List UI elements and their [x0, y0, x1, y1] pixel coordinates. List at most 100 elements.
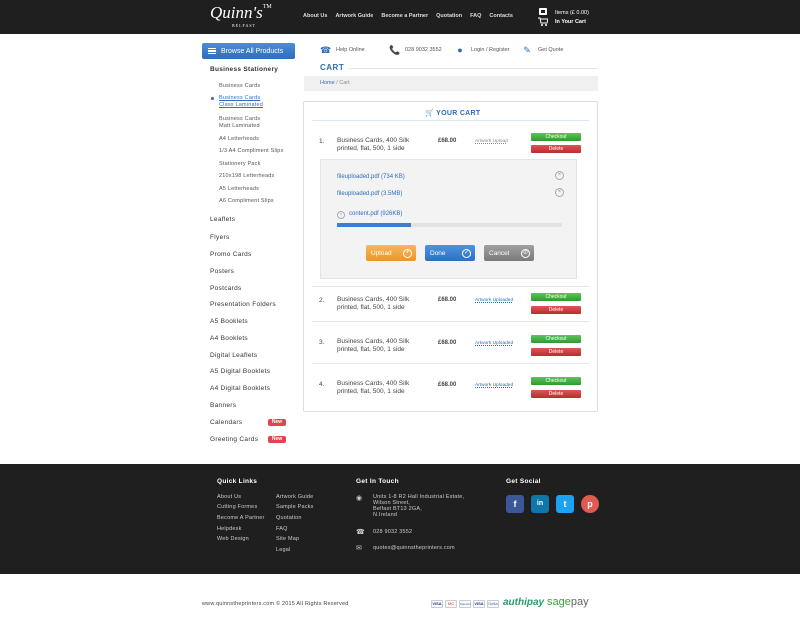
- subcategory-item[interactable]: A4 Letterheads: [219, 136, 259, 143]
- nav-quotation[interactable]: Quotation: [436, 13, 462, 19]
- login-register-link[interactable]: ● Login / Register: [455, 45, 510, 55]
- category-item[interactable]: Presentation Folders: [210, 301, 276, 308]
- footer-link[interactable]: Cutting Formes: [217, 504, 257, 510]
- help-online-link[interactable]: ☎ Help Online: [320, 45, 365, 55]
- category-item[interactable]: Postcards: [210, 285, 242, 292]
- artwork-uploaded-link[interactable]: Artwork Uploaded: [475, 383, 513, 388]
- site-header: Quinn'sTM BELFAST About Us Artwork Guide…: [0, 0, 800, 34]
- category-item[interactable]: Digital Leaflets: [210, 352, 257, 359]
- new-badge: New: [268, 436, 286, 443]
- artwork-uploaded-link[interactable]: Artwork Uploaded: [475, 341, 513, 346]
- category-item[interactable]: Promo Cards: [210, 251, 252, 258]
- checkout-button[interactable]: Checkout: [531, 377, 581, 385]
- category-item[interactable]: Banners: [210, 402, 236, 409]
- uploaded-file[interactable]: fileuploaded.pdf (734 KB): [337, 174, 405, 180]
- logo-text: Quinn's: [210, 3, 263, 22]
- subcategory-item-active[interactable]: Business Cards Class Laminated: [219, 95, 263, 109]
- cancel-icon: ⊘: [521, 248, 530, 258]
- twitter-icon[interactable]: t: [556, 495, 574, 513]
- phone-icon: 📞: [389, 45, 401, 55]
- phone-link[interactable]: 📞 028 9032 3552: [389, 45, 442, 55]
- category-heading[interactable]: Business Stationery: [210, 66, 278, 73]
- category-item[interactable]: Greeting Cards: [210, 436, 258, 443]
- browse-all-products-button[interactable]: Browse All Products: [202, 43, 295, 59]
- get-in-touch-title: Get In Touch: [356, 478, 399, 485]
- subcategory-item[interactable]: 1/3 A4 Compliment Slips: [219, 148, 284, 155]
- remove-file-icon[interactable]: ×: [555, 171, 564, 180]
- facebook-icon[interactable]: f: [506, 495, 524, 513]
- row-price: £68.00: [438, 340, 457, 346]
- uploaded-file[interactable]: fileuploaded.pdf (3.5MB): [337, 191, 402, 197]
- footer-link[interactable]: Sample Packs: [276, 504, 314, 510]
- checkout-button[interactable]: Checkout: [531, 293, 581, 301]
- category-item[interactable]: A5 Digital Booklets: [210, 368, 270, 375]
- cart-summary[interactable]: Items (£ 0.00) In Your Cart: [555, 9, 589, 27]
- delete-button[interactable]: Delete: [531, 348, 581, 356]
- upload-button[interactable]: Upload +: [366, 245, 416, 261]
- nav-artwork-guide[interactable]: Artwork Guide: [335, 13, 373, 19]
- category-item[interactable]: Calendars: [210, 419, 242, 426]
- cancel-button[interactable]: Cancel ⊘: [484, 245, 534, 261]
- main-nav: About Us Artwork Guide Become a Partner …: [303, 13, 513, 19]
- footer-link[interactable]: Web Design: [217, 536, 249, 542]
- category-item[interactable]: Leaflets: [210, 216, 235, 223]
- checkout-button[interactable]: Checkout: [531, 335, 581, 343]
- subcategory-item[interactable]: Stationery Pack: [219, 161, 261, 168]
- footer-link[interactable]: About Us: [217, 494, 241, 500]
- footer-link[interactable]: Become A Partner: [217, 515, 265, 521]
- footer-link[interactable]: FAQ: [276, 526, 288, 532]
- nav-contacts[interactable]: Contacts: [489, 13, 513, 19]
- category-item[interactable]: Flyers: [210, 234, 230, 241]
- footer-phone[interactable]: 028 9032 3552: [373, 529, 412, 535]
- logo-sub: BELFAST: [232, 23, 257, 28]
- menu-icon: [208, 48, 216, 54]
- upload-progress-bar: [337, 223, 562, 227]
- login-label: Login / Register: [471, 47, 510, 53]
- breadcrumb-home[interactable]: Home: [320, 80, 335, 86]
- cart-heading-divider: [312, 120, 589, 121]
- linkedin-icon[interactable]: in: [531, 495, 549, 513]
- subcategory-item[interactable]: Business Cards: [219, 83, 260, 90]
- artwork-upload-link[interactable]: Artwork Upload: [475, 139, 508, 144]
- visa-electron-icon: VISA: [473, 600, 485, 608]
- pencil-icon: ✎: [523, 45, 531, 55]
- nav-faq[interactable]: FAQ: [470, 13, 481, 19]
- sagepay-logo-pay: pay: [570, 596, 589, 608]
- footer-link[interactable]: Quotation: [276, 515, 302, 521]
- footer-link[interactable]: Artwork Guide: [276, 494, 313, 500]
- delete-button[interactable]: Delete: [531, 145, 581, 153]
- upload-label: Upload: [371, 249, 392, 257]
- subcategory-item[interactable]: A5 Letterheads: [219, 186, 259, 193]
- subcategory-item[interactable]: 210x198 Letterheads: [219, 173, 274, 180]
- done-button[interactable]: Done ✓: [425, 245, 475, 261]
- category-item[interactable]: A5 Booklets: [210, 318, 248, 325]
- row-description: Business Cards, 400 Silk printed, flat, …: [337, 338, 410, 353]
- footer-link[interactable]: Site Map: [276, 536, 299, 542]
- subcategory-item[interactable]: Business Cards Matt Laminated: [219, 116, 260, 130]
- delete-button[interactable]: Delete: [531, 306, 581, 314]
- footer-email[interactable]: quotes@quinnstheprinters.com: [373, 545, 455, 551]
- remove-file-icon[interactable]: ×: [555, 188, 564, 197]
- checkout-button[interactable]: Checkout: [531, 133, 581, 141]
- get-quote-link[interactable]: ✎ Get Quote: [522, 45, 563, 55]
- subcategory-item[interactable]: A6 Compliment Slips: [219, 198, 274, 205]
- category-item[interactable]: A4 Booklets: [210, 335, 248, 342]
- row-description: Business Cards, 400 Silk printed, flat, …: [337, 380, 410, 395]
- row-divider: [312, 363, 589, 364]
- footer-link[interactable]: Helpdesk: [217, 526, 242, 532]
- category-item[interactable]: A4 Digital Booklets: [210, 385, 270, 392]
- visa-card-icon: VISA: [431, 600, 443, 608]
- nav-about-us[interactable]: About Us: [303, 13, 327, 19]
- breadcrumb-current: Cart: [339, 80, 350, 86]
- get-quote-label: Get Quote: [538, 47, 564, 53]
- delete-button[interactable]: Delete: [531, 390, 581, 398]
- logo[interactable]: Quinn'sTM BELFAST: [210, 3, 272, 30]
- category-item[interactable]: Posters: [210, 268, 234, 275]
- browse-label: Browse All Products: [221, 47, 284, 55]
- pinterest-icon[interactable]: p: [581, 495, 599, 513]
- footer-link[interactable]: Legal: [276, 547, 290, 553]
- new-badge: New: [268, 419, 286, 426]
- artwork-uploaded-link[interactable]: Artwork Uploaded: [475, 298, 513, 303]
- nav-become-partner[interactable]: Become a Partner: [381, 13, 428, 19]
- cart-icon[interactable]: [538, 8, 549, 26]
